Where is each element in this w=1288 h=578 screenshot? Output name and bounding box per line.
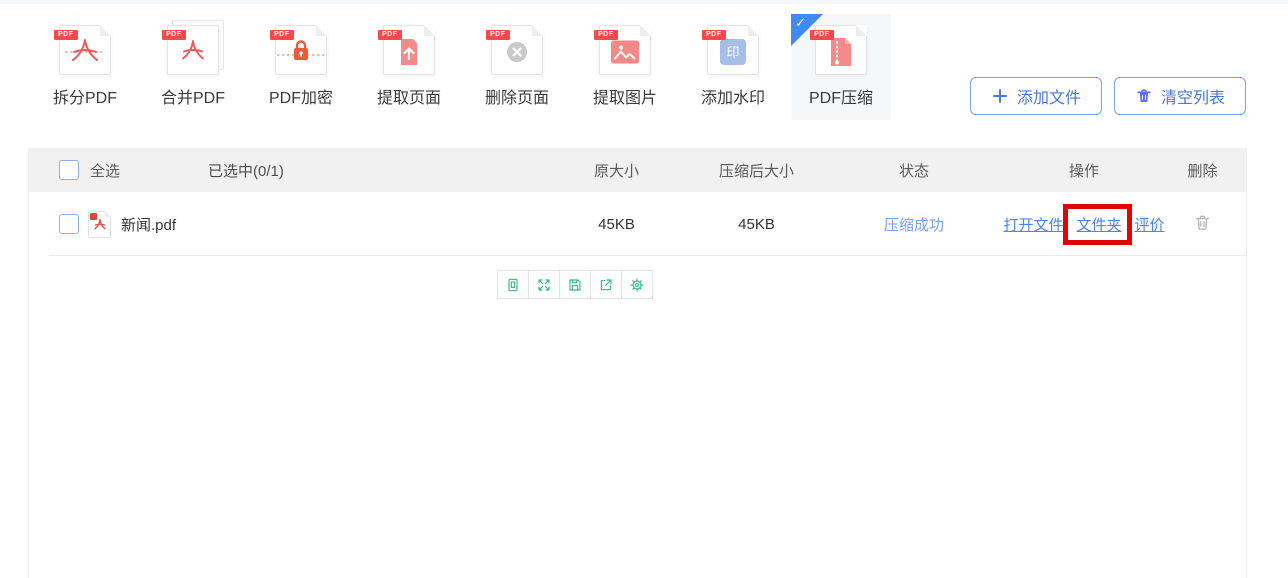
pdf-badge: PDF <box>486 30 510 40</box>
tool-merge-pdf[interactable]: PDF 合并PDF <box>143 14 243 120</box>
add-files-label: 添加文件 <box>1017 84 1081 108</box>
select-all-checkbox[interactable] <box>59 160 79 180</box>
mobile-preview-icon <box>505 277 521 293</box>
row-actions: 打开文件 文件夹 评价 <box>1009 214 1159 235</box>
fullscreen-button[interactable] <box>528 270 560 299</box>
pdf-badge: PDF <box>594 30 618 40</box>
header-delete: 删除 <box>1159 160 1246 181</box>
tool-label: 添加水印 <box>701 84 765 108</box>
clear-list-label: 清空列表 <box>1161 84 1225 108</box>
pdf-file-icon <box>88 211 111 238</box>
settings-icon <box>629 277 645 293</box>
tool-label: PDF压缩 <box>809 84 873 108</box>
header-compressed-size: 压缩后大小 <box>694 160 819 181</box>
check-icon: ✓ <box>795 15 806 31</box>
open-file-link[interactable]: 打开文件 <box>1003 214 1063 235</box>
row-delete-button[interactable] <box>1193 213 1212 232</box>
add-watermark-icon: PDF 印 <box>707 25 759 75</box>
share-icon <box>598 277 614 293</box>
header-status: 状态 <box>819 160 1009 181</box>
plus-icon <box>991 87 1009 105</box>
floating-toolbar <box>497 270 653 299</box>
status-value: 压缩成功 <box>819 214 1009 235</box>
pdf-badge: PDF <box>378 30 402 40</box>
share-button[interactable] <box>590 270 622 299</box>
row-checkbox[interactable] <box>59 214 79 234</box>
selected-count: 已选中(0/1) <box>208 160 284 181</box>
tool-extract-images[interactable]: PDF 提取图片 <box>575 14 675 120</box>
trash-outline-icon <box>1193 213 1212 232</box>
tool-delete-pages[interactable]: PDF 删除页面 <box>467 14 567 120</box>
save-icon <box>567 277 583 293</box>
tool-label: 删除页面 <box>485 84 549 108</box>
compressed-size-value: 45KB <box>694 216 819 233</box>
file-list-panel: 全选 已选中(0/1) 原大小 压缩后大小 状态 操作 删除 新闻.pdf 45… <box>28 148 1247 578</box>
clear-list-button[interactable]: 清空列表 <box>1114 77 1246 115</box>
open-folder-link[interactable]: 文件夹 <box>1077 217 1122 234</box>
toolbar-actions: 添加文件 清空列表 <box>970 77 1246 115</box>
select-all-label: 全选 <box>90 160 120 181</box>
pdf-tools-toolbar: PDF 拆分PDF PDF 合并PDF PDF <box>0 14 1288 120</box>
tool-encrypt-pdf[interactable]: PDF PDF加密 <box>251 14 351 120</box>
file-name: 新闻.pdf <box>121 214 176 235</box>
list-header: 全选 已选中(0/1) 原大小 压缩后大小 状态 操作 删除 <box>29 148 1246 192</box>
pdf-badge: PDF <box>810 30 834 40</box>
tool-compress-pdf[interactable]: ✓ PDF PDF压缩 <box>791 14 891 120</box>
tool-add-watermark[interactable]: PDF 印 添加水印 <box>683 14 783 120</box>
split-pdf-icon: PDF <box>59 25 111 75</box>
original-size-value: 45KB <box>539 216 694 233</box>
header-original-size: 原大小 <box>539 160 694 181</box>
add-files-button[interactable]: 添加文件 <box>970 77 1102 115</box>
header-operation: 操作 <box>1009 160 1159 181</box>
tool-split-pdf[interactable]: PDF 拆分PDF <box>35 14 135 120</box>
extract-pages-icon: PDF <box>383 25 435 75</box>
settings-button[interactable] <box>621 270 653 299</box>
encrypt-pdf-icon: PDF <box>275 25 327 75</box>
extract-images-icon: PDF <box>599 25 651 75</box>
pdf-badge: PDF <box>702 30 726 40</box>
mobile-preview-button[interactable] <box>497 270 529 299</box>
tool-label: 合并PDF <box>161 84 225 108</box>
tool-extract-pages[interactable]: PDF 提取页面 <box>359 14 459 120</box>
pdf-badge: PDF <box>54 30 78 40</box>
merge-pdf-icon: PDF <box>167 25 219 75</box>
tool-label: 提取图片 <box>593 84 657 108</box>
compress-pdf-icon: PDF <box>815 25 867 75</box>
delete-pages-icon: PDF <box>491 25 543 75</box>
tool-label: 拆分PDF <box>53 84 117 108</box>
fullscreen-icon <box>536 277 552 293</box>
save-button[interactable] <box>559 270 591 299</box>
tool-label: PDF加密 <box>269 84 333 108</box>
pdf-badge: PDF <box>270 30 294 40</box>
pdf-badge: PDF <box>162 30 186 40</box>
tool-label: 提取页面 <box>377 84 441 108</box>
trash-icon <box>1135 87 1153 105</box>
file-row: 新闻.pdf 45KB 45KB 压缩成功 打开文件 文件夹 评价 <box>29 192 1246 256</box>
